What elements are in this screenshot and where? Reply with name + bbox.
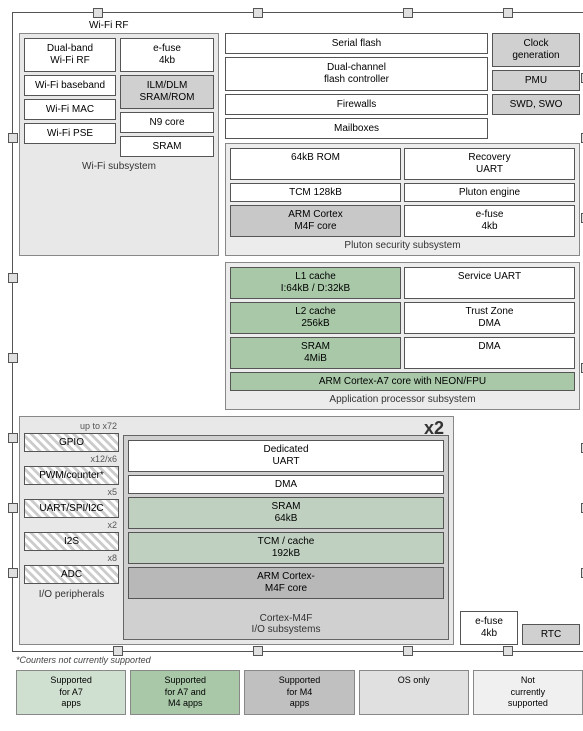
uart-annotation: x5: [24, 487, 119, 497]
connector-top-1: [93, 8, 103, 18]
serial-flash-box: Serial flash: [225, 33, 488, 54]
pluton-label: Pluton security subsystem: [230, 240, 575, 251]
cortex-dma-box: DMA: [128, 475, 444, 494]
wifi-pse-box: Wi-Fi PSE: [24, 123, 116, 144]
bottom-efuse-box: e-fuse 4kb: [460, 611, 518, 645]
pluton-subsystem: 64kB ROM Recovery UART TCM 128kB Pluton …: [225, 143, 580, 256]
wifi-efuse-box: e-fuse 4kb: [120, 38, 214, 72]
io-label: I/O peripherals: [24, 589, 119, 600]
uart-box: UART/SPI/I2C: [24, 499, 119, 518]
pluton-engine-box: Pluton engine: [404, 183, 575, 202]
io-peripherals: up to x72 GPIO x12/x6 PWM/counter* x5: [24, 421, 119, 640]
wifi-subsystem-label: Wi-Fi subsystem: [24, 161, 214, 172]
connector-top-2: [253, 8, 263, 18]
firewalls-box: Firewalls: [225, 94, 488, 115]
wifi-ilm-dlm-box: ILM/DLM SRAM/ROM: [120, 75, 214, 109]
legend-m4: Supported for M4 apps: [244, 670, 354, 715]
clock-gen-box: Clock generation: [492, 33, 580, 67]
adc-annotation: x8: [24, 553, 119, 563]
wifi-mac-box: Wi-Fi MAC: [24, 99, 116, 120]
connector-left-6: [8, 568, 18, 578]
app-processor-subsystem: L1 cache I:64kB / D:32kB Service UART L2…: [225, 262, 580, 410]
mailboxes-box: Mailboxes: [225, 118, 488, 139]
i2s-box: I2S: [24, 532, 119, 551]
connector-bottom-1: [113, 646, 123, 656]
cortex-dedicated-uart-box: Dedicated UART: [128, 440, 444, 472]
pwm-annotation: x12/x6: [24, 454, 119, 464]
pluton-tcm-box: TCM 128kB: [230, 183, 401, 202]
connector-top-4: [503, 8, 513, 18]
app-trustzone-box: Trust Zone DMA: [404, 302, 575, 334]
diagram: Wi-Fi RF Dual-band Wi-Fi RF Wi-Fi baseba…: [12, 12, 583, 652]
connector-left-2: [8, 273, 18, 283]
connector-bottom-4: [503, 646, 513, 656]
gpio-annotation: up to x72: [24, 421, 119, 431]
pluton-efuse-box: e-fuse 4kb: [404, 205, 575, 237]
bottom-right: e-fuse 4kb RTC: [460, 416, 580, 645]
right-top-area: Serial flash Dual-channel flash controll…: [225, 33, 580, 256]
x2-badge: x2: [424, 418, 444, 439]
app-sram-box: SRAM 4MiB: [230, 337, 401, 369]
pmu-box: PMU: [492, 70, 580, 91]
cortex-m4f-block: x2 Dedicated UART DMA SRAM 64kB: [123, 435, 449, 640]
gpio-box: GPIO: [24, 433, 119, 452]
legend-a7: Supported for A7 apps: [16, 670, 126, 715]
legend-area: Supported for A7 apps Supported for A7 a…: [12, 668, 583, 719]
connector-left-4: [8, 433, 18, 443]
wifi-subsystem: Dual-band Wi-Fi RF Wi-Fi baseband Wi-Fi …: [19, 33, 219, 256]
wifi-rf-label: Wi-Fi RF: [19, 19, 580, 31]
io-cortex-block: up to x72 GPIO x12/x6 PWM/counter* x5: [19, 416, 454, 645]
cortex-label: Cortex-M4F I/O subsystems: [128, 602, 444, 635]
adc-box: ADC: [24, 565, 119, 584]
legend-os: OS only: [359, 670, 469, 715]
connector-bottom-2: [253, 646, 263, 656]
cortex-tcm-cache-box: TCM / cache 192kB: [128, 532, 444, 564]
i2s-annotation: x2: [24, 520, 119, 530]
pluton-cortex-box: ARM Cortex M4F core: [230, 205, 401, 237]
app-l1-cache-box: L1 cache I:64kB / D:32kB: [230, 267, 401, 299]
app-dma-box: DMA: [404, 337, 575, 369]
app-service-uart-box: Service UART: [404, 267, 575, 299]
legend-not-supported: Not currently supported: [473, 670, 583, 715]
wifi-dual-band-box: Dual-band Wi-Fi RF: [24, 38, 116, 72]
footnote: *Counters not currently supported: [12, 652, 583, 668]
connector-left-1: [8, 133, 18, 143]
app-l2-cache-box: L2 cache 256kB: [230, 302, 401, 334]
pluton-recovery-uart-box: Recovery UART: [404, 148, 575, 180]
rtc-box: RTC: [522, 624, 580, 645]
connector-left-3: [8, 353, 18, 363]
wifi-n9-box: N9 core: [120, 112, 214, 133]
wifi-baseband-box: Wi-Fi baseband: [24, 75, 116, 96]
cortex-sram-box: SRAM 64kB: [128, 497, 444, 529]
app-processor-label: Application processor subsystem: [230, 394, 575, 405]
main-container: Wi-Fi RF Dual-band Wi-Fi RF Wi-Fi baseba…: [8, 8, 583, 723]
swd-swo-box: SWD, SWO: [492, 94, 580, 115]
legend-a7m4: Supported for A7 and M4 apps: [130, 670, 240, 715]
wifi-sram-box: SRAM: [120, 136, 214, 157]
cortex-arm-box: ARM Cortex- M4F core: [128, 567, 444, 599]
connector-bottom-3: [403, 646, 413, 656]
pwm-box: PWM/counter*: [24, 466, 119, 485]
connector-left-5: [8, 503, 18, 513]
pluton-rom-box: 64kB ROM: [230, 148, 401, 180]
app-cortex-a7-box: ARM Cortex-A7 core with NEON/FPU: [230, 372, 575, 391]
connector-top-3: [403, 8, 413, 18]
dual-channel-box: Dual-channel flash controller: [225, 57, 488, 91]
